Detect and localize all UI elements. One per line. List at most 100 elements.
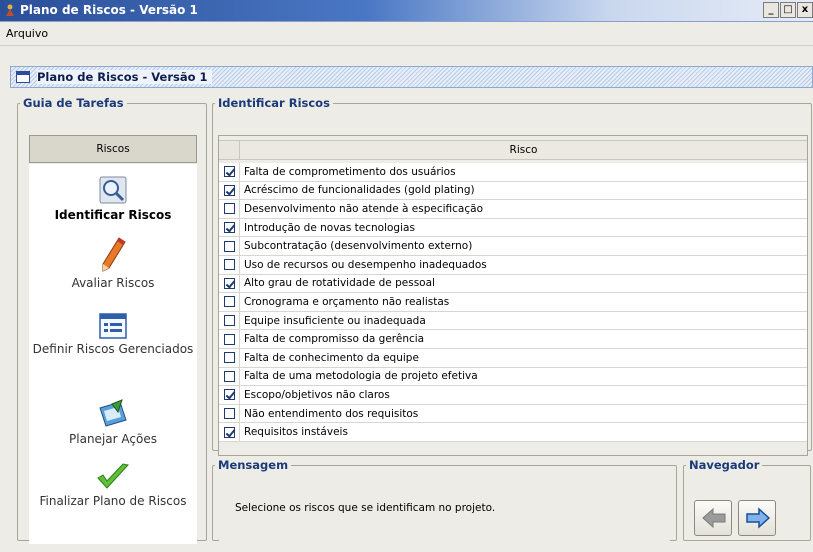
header-check-column[interactable] [219,141,240,159]
row-checkbox-cell [219,255,240,274]
risk-checkbox[interactable] [223,370,235,382]
row-checkbox-cell [219,200,240,218]
risk-label: Falta de comprometimento dos usuários [244,165,456,178]
steps-area: Identificar Riscos Avaliar Riscos Defini… [29,164,197,544]
risk-checkbox[interactable] [223,222,235,234]
risk-checkbox[interactable] [223,408,235,420]
table-row[interactable]: Alto grau de rotatividade de pessoal [219,274,807,294]
row-checkbox-cell [219,367,240,386]
table-row[interactable]: Requisitos instáveis [219,423,807,442]
risk-checkbox[interactable] [223,259,235,271]
risk-label: Introdução de novas tecnologias [244,221,415,234]
risk-checkbox[interactable] [223,426,235,438]
risk-label: Falta de compromisso da gerência [244,333,425,346]
step-label: Identificar Riscos [54,208,172,222]
risk-label: Não entendimento dos requisitos [244,407,419,420]
table-row[interactable]: Uso de recursos ou desempenho inadequado… [219,255,807,275]
internal-frame-titlebar[interactable]: Plano de Riscos - Versão 1 [10,66,813,88]
step-finalizar-plano[interactable]: Finalizar Plano de Riscos [29,462,197,509]
risk-label: Subcontratação (desenvolvimento externo) [244,240,473,253]
table-row[interactable]: Equipe insuficiente ou inadequada [219,311,807,331]
window-title: Plano de Riscos - Versão 1 [20,3,198,17]
table-row[interactable]: Introdução de novas tecnologias [219,218,807,238]
identificar-legend: Identificar Riscos [218,96,330,110]
table-row[interactable]: Falta de comprometimento dos usuários [219,163,807,182]
row-checkbox-cell [219,163,240,181]
magnifier-icon [99,176,127,204]
step-label: Planejar Ações [69,432,157,446]
frame-icon [16,71,30,83]
tab-riscos[interactable]: Riscos [29,135,197,163]
step-definir-riscos-gerenciados[interactable]: Definir Riscos Gerenciados [29,312,197,357]
row-checkbox-cell [219,404,240,423]
table-rows: Falta de comprometimento dos usuários Acr… [219,163,807,442]
internal-frame-title: Plano de Riscos - Versão 1 [37,70,212,84]
step-label: Avaliar Riscos [71,276,155,290]
row-checkbox-cell [219,181,240,200]
row-checkbox-cell [219,311,240,330]
pencil-icon [102,237,126,272]
risk-label: Requisitos instáveis [244,426,348,439]
planning-icon [99,399,127,427]
arrow-left-icon [702,507,726,529]
risk-label: Equipe insuficiente ou inadequada [244,314,426,327]
arrow-right-icon [746,507,771,529]
table-row[interactable]: Falta de conhecimento da equipe [219,348,807,368]
table-row[interactable]: Não entendimento dos requisitos [219,404,807,424]
step-label: Definir Riscos Gerenciados [32,342,194,356]
risk-label: Cronograma e orçamento não realistas [244,295,450,308]
navegador-panel: Navegador [683,458,811,541]
menu-bar: Arquivo [0,22,813,46]
table-row[interactable]: Cronograma e orçamento não realistas [219,293,807,312]
close-button[interactable]: x [797,2,813,18]
table-row[interactable]: Desenvolvimento não atende à especificaç… [219,200,807,219]
row-checkbox-cell [219,218,240,237]
row-checkbox-cell [219,274,240,293]
risk-checkbox[interactable] [223,240,235,252]
forward-button[interactable] [738,500,776,536]
risk-checkbox[interactable] [223,166,235,178]
table-row[interactable]: Falta de compromisso da gerência [219,330,807,349]
risk-label: Alto grau de rotatividade de pessoal [244,277,435,290]
step-label: Finalizar Plano de Riscos [39,494,187,508]
window-titlebar[interactable]: Plano de Riscos - Versão 1 _ □ x [0,0,813,22]
minimize-button[interactable]: _ [763,2,779,18]
risk-checkbox[interactable] [223,296,235,308]
maximize-button[interactable]: □ [780,2,796,18]
table-header: Risco [219,140,807,160]
mensagem-legend: Mensagem [218,458,289,472]
risk-label: Acréscimo de funcionalidades (gold plati… [244,184,475,197]
row-checkbox-cell [219,237,240,255]
table-row[interactable]: Subcontratação (desenvolvimento externo) [219,237,807,256]
menu-arquivo[interactable]: Arquivo [6,27,48,40]
header-risco[interactable]: Risco [240,141,807,159]
guia-de-tarefas-panel: Guia de Tarefas Riscos Identificar Risco… [17,96,207,544]
list-icon [99,313,127,339]
message-area: Selecione os riscos que se identificam n… [219,492,670,548]
identificar-riscos-panel: Identificar Riscos Risco Falta de compro… [212,96,812,456]
mensagem-panel: Mensagem Selecione os riscos que se iden… [212,458,677,548]
navegador-legend: Navegador [689,458,760,472]
risk-label: Escopo/objetivos não claros [244,388,390,401]
risk-checkbox[interactable] [223,389,235,401]
risk-label: Uso de recursos ou desempenho inadequado… [244,258,487,271]
risk-checkbox[interactable] [223,277,235,289]
app-icon [6,4,14,16]
risk-checkbox[interactable] [223,184,235,196]
risk-checkbox[interactable] [223,333,235,345]
risk-label: Desenvolvimento não atende à especificaç… [244,202,483,215]
table-row[interactable]: Falta de uma metodologia de projeto efet… [219,367,807,387]
window-controls: _ □ x [763,2,813,18]
table-row[interactable]: Escopo/objetivos não claros [219,386,807,405]
risk-table: Risco Falta de comprometimento dos usuár… [218,135,808,456]
checkmark-icon [97,463,129,489]
message-text: Selecione os riscos que se identificam n… [235,502,496,514]
table-row[interactable]: Acréscimo de funcionalidades (gold plati… [219,181,807,201]
risk-checkbox[interactable] [223,315,235,327]
step-identificar-riscos[interactable]: Identificar Riscos [29,174,197,223]
step-avaliar-riscos[interactable]: Avaliar Riscos [29,236,197,291]
back-button[interactable] [694,500,732,536]
step-planejar-acoes[interactable]: Planejar Ações [29,398,197,447]
risk-checkbox[interactable] [223,203,235,215]
risk-checkbox[interactable] [223,352,235,364]
